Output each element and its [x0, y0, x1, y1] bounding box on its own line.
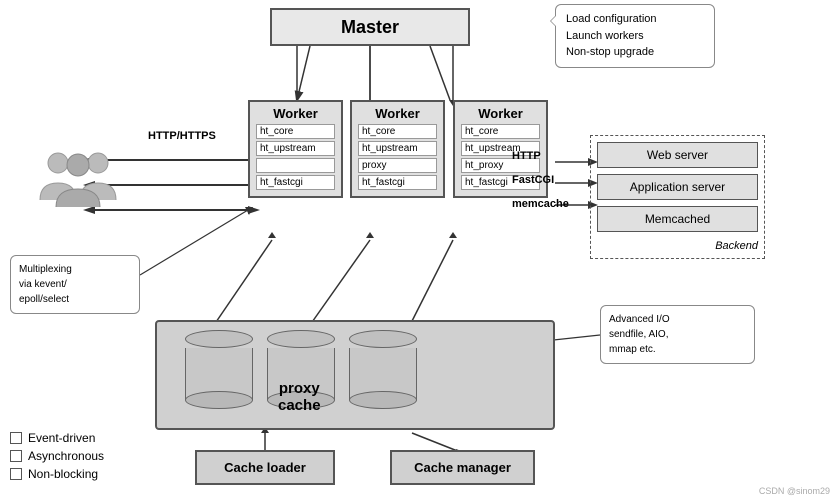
- legend-square-1: [10, 432, 22, 444]
- diagram-container: Master Load configuration Launch workers…: [0, 0, 836, 500]
- backend-label: Backend: [597, 238, 758, 252]
- cache-manager-label: Cache manager: [414, 460, 511, 475]
- multiplexing-bubble: Multiplexing via kevent/ epoll/select: [10, 255, 140, 314]
- master-bubble: Load configuration Launch workers Non-st…: [555, 4, 715, 68]
- worker-2-module-2: ht_upstream: [358, 141, 437, 156]
- http-https-label: HTTP/HTTPS: [148, 130, 216, 142]
- worker-3-module-1: ht_core: [461, 124, 540, 139]
- db-cylinder-3: [349, 330, 417, 409]
- worker-3-title: Worker: [461, 106, 540, 121]
- multiplexing-text: Multiplexing via kevent/ epoll/select: [19, 262, 131, 307]
- backend-box: Web server Application server Memcached …: [590, 135, 765, 259]
- cache-loader-label: Cache loader: [224, 460, 306, 475]
- webserver-row: Web server: [597, 142, 758, 168]
- worker-1-module-4: ht_fastcgi: [256, 175, 335, 190]
- legend-square-2: [10, 450, 22, 462]
- worker-2-box: Worker ht_core ht_upstream proxy ht_fast…: [350, 100, 445, 198]
- bubble-line3: Non-stop upgrade: [566, 44, 704, 61]
- watermark: CSDN @sinom29: [759, 486, 830, 496]
- proxy-cache-text: proxy cache: [278, 380, 321, 414]
- worker-1-module-3: [256, 158, 335, 173]
- worker-1-title: Worker: [256, 106, 335, 121]
- cache-loader-box: Cache loader: [195, 450, 335, 485]
- worker-2-title: Worker: [358, 106, 437, 121]
- users-icon: [38, 145, 118, 225]
- http-protocol-label: HTTP: [512, 150, 541, 162]
- legend-item-3: Non-blocking: [10, 467, 104, 481]
- worker-2-module-3: proxy: [358, 158, 437, 173]
- legend: Event-driven Asynchronous Non-blocking: [10, 431, 104, 485]
- cache-manager-box: Cache manager: [390, 450, 535, 485]
- appserver-row: Application server: [597, 174, 758, 200]
- fastcgi-protocol-label: FastCGI: [512, 174, 554, 186]
- proxy-cache-area: [155, 320, 555, 430]
- webserver-label: Web server: [647, 148, 708, 162]
- worker-2-module-1: ht_core: [358, 124, 437, 139]
- legend-label-1: Event-driven: [28, 431, 95, 445]
- worker-1-module-2: ht_upstream: [256, 141, 335, 156]
- appserver-label: Application server: [630, 180, 725, 194]
- legend-item-1: Event-driven: [10, 431, 104, 445]
- bubble-line1: Load configuration: [566, 11, 704, 28]
- db-cylinder-1: [185, 330, 253, 409]
- memcache-protocol-label: memcache: [512, 198, 569, 210]
- master-label: Master: [341, 17, 399, 38]
- legend-item-2: Asynchronous: [10, 449, 104, 463]
- proxy-cache-label: proxy cache: [278, 380, 321, 414]
- bubble-line2: Launch workers: [566, 28, 704, 45]
- worker-2-module-4: ht_fastcgi: [358, 175, 437, 190]
- advanced-io-bubble: Advanced I/O sendfile, AIO, mmap etc.: [600, 305, 755, 364]
- legend-label-3: Non-blocking: [28, 467, 98, 481]
- worker-1-box: Worker ht_core ht_upstream ht_fastcgi: [248, 100, 343, 198]
- legend-square-3: [10, 468, 22, 480]
- advanced-io-text: Advanced I/O sendfile, AIO, mmap etc.: [609, 312, 746, 357]
- memcached-label: Memcached: [645, 212, 710, 226]
- worker-1-module-1: ht_core: [256, 124, 335, 139]
- legend-label-2: Asynchronous: [28, 449, 104, 463]
- memcached-row: Memcached: [597, 206, 758, 232]
- master-box: Master: [270, 8, 470, 46]
